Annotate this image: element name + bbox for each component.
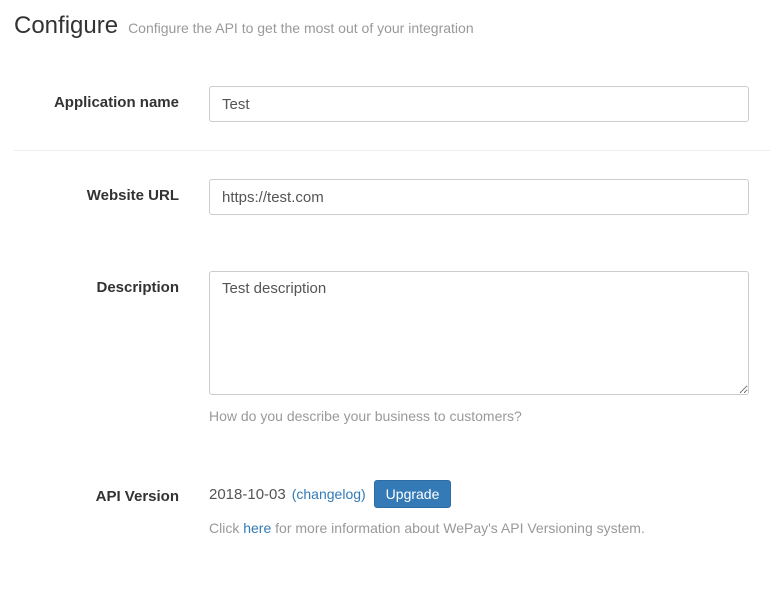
label-application-name: Application name bbox=[54, 94, 179, 111]
info-here-link[interactable]: here bbox=[243, 520, 271, 536]
description-textarea[interactable] bbox=[209, 271, 749, 395]
website-url-input[interactable] bbox=[209, 179, 749, 215]
application-name-input[interactable] bbox=[209, 86, 749, 122]
page-title: Configure bbox=[14, 12, 118, 40]
configure-form: Application name Website URL Description… bbox=[0, 58, 784, 564]
page-subtitle: Configure the API to get the most out of… bbox=[128, 20, 474, 36]
label-description: Description bbox=[96, 279, 179, 296]
row-description: Description How do you describe your bus… bbox=[14, 243, 770, 452]
label-api-version: API Version bbox=[96, 488, 179, 505]
api-version-value: 2018-10-03 bbox=[209, 486, 286, 503]
api-version-info: Click here for more information about We… bbox=[209, 520, 749, 536]
row-website-url: Website URL bbox=[14, 151, 770, 243]
info-post: for more information about WePay's API V… bbox=[271, 520, 645, 536]
version-line: 2018-10-03 (changelog) Upgrade bbox=[209, 480, 749, 508]
description-help-text: How do you describe your business to cus… bbox=[209, 408, 749, 424]
upgrade-button[interactable]: Upgrade bbox=[374, 480, 452, 508]
page-header: Configure Configure the API to get the m… bbox=[0, 0, 784, 58]
info-pre: Click bbox=[209, 520, 243, 536]
row-api-version: API Version 2018-10-03 (changelog) Upgra… bbox=[14, 452, 770, 564]
row-application-name: Application name bbox=[14, 58, 770, 151]
changelog-link[interactable]: (changelog) bbox=[292, 486, 366, 502]
label-website-url: Website URL bbox=[87, 187, 179, 204]
